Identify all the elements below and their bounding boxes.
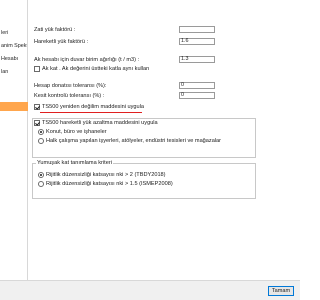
halk-radio-label: Halk çalışma yapılan işyerleri, atölyele… xyxy=(46,138,222,144)
kesit-input[interactable]: 0 xyxy=(179,92,215,99)
ok-button[interactable]: Tamam xyxy=(268,286,294,296)
hareketli-input[interactable]: 1.6 xyxy=(179,38,215,45)
ak-kat-checkbox[interactable] xyxy=(34,66,40,72)
tbdy2018-radio[interactable] xyxy=(38,172,44,178)
ismep2008-radio-label: Rijitlik düzensizliği katsayısı nki > 1.… xyxy=(46,181,173,187)
konut-radio[interactable] xyxy=(38,129,44,135)
category-item[interactable]: ları xyxy=(1,69,27,75)
ak-input[interactable]: 1.3 xyxy=(179,56,215,63)
zati-label: Zati yük faktörü : xyxy=(34,27,76,33)
ismep2008-radio[interactable] xyxy=(38,181,44,187)
category-item[interactable]: Hesabı xyxy=(1,56,27,62)
hesap-label: Hesap donatısı toleransı (%): xyxy=(34,83,107,89)
ak-kat-label: Ak kat . Ak değerini üstteki katla aynı … xyxy=(42,66,150,72)
kesit-label: Kesit kontrolü toleransı (%) : xyxy=(34,93,105,99)
hesap-input[interactable]: 0 xyxy=(179,82,215,89)
tbdy2018-radio-label: Rijitlik düzensizliği katsayısı nki > 2 … xyxy=(46,172,166,178)
dialog-footer: Tamam xyxy=(0,280,300,300)
ak-label: Ak hesabı için duvar birim ağırlığı (t /… xyxy=(34,57,140,63)
category-item-selected[interactable] xyxy=(0,102,28,111)
zati-input[interactable] xyxy=(179,26,215,33)
ts500-yeniden-checkbox[interactable] xyxy=(34,104,40,110)
konut-radio-label: Konut, büro ve işhaneler xyxy=(46,129,107,135)
category-item[interactable]: leri xyxy=(1,30,27,36)
ts500-reduction-label: TS500 hareketli yük azaltma maddesini uy… xyxy=(42,120,158,126)
category-item[interactable]: anim Spekt... xyxy=(1,43,27,49)
red-highlight-underline xyxy=(40,112,142,113)
soft-story-group-title: Yumuşak kat tanımlama kriteri xyxy=(36,160,113,166)
halk-radio[interactable] xyxy=(38,138,44,144)
hareketli-label: Hareketli yük faktörü : xyxy=(34,39,89,45)
ts500-reduction-checkbox[interactable] xyxy=(34,120,40,126)
settings-category-list: leri anim Spekt... Hesabı ları xyxy=(0,0,28,280)
ts500-yeniden-label: TS500 yeniden değilim maddesini uygula xyxy=(42,104,144,110)
